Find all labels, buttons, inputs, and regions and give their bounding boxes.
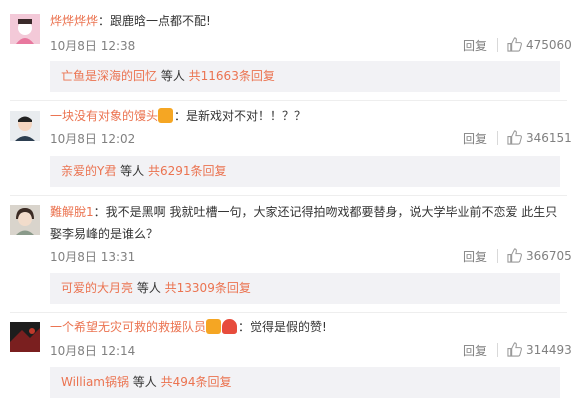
comment-username[interactable]: 一个希望无灾可救的救援队员 — [50, 320, 206, 334]
reply-user[interactable]: 可爱的大月亮 — [61, 281, 133, 295]
comment-text: ：觉得是假的赞! — [238, 320, 327, 334]
reply-button[interactable]: 回复 — [463, 248, 487, 265]
reply-count[interactable]: 共6291条回复 — [148, 164, 227, 178]
divider — [497, 343, 498, 357]
like-button[interactable]: 314493 — [507, 342, 572, 357]
reply-summary[interactable]: William锅锅 等人 共494条回复 — [50, 367, 560, 398]
divider — [497, 131, 498, 145]
comment-text: ：是新戏对不对！！？？ — [174, 109, 307, 123]
comment-text: ：跟鹿晗一点都不配! — [98, 14, 211, 28]
reply-mid: 等人 — [157, 69, 189, 83]
reply-user[interactable]: 亲爱的Y君 — [61, 164, 116, 178]
avatar[interactable] — [10, 322, 40, 352]
divider — [10, 312, 567, 313]
comment-time: 10月8日 12:02 — [50, 132, 136, 146]
like-button[interactable]: 475060 — [507, 37, 572, 52]
comment-body: 一个希望无灾可救的救援队员 ：觉得是假的赞! — [50, 317, 327, 337]
like-count: 314493 — [526, 343, 572, 357]
reply-summary[interactable]: 可爱的大月亮 等人 共13309条回复 — [50, 273, 560, 304]
thumbs-up-icon — [507, 130, 522, 145]
comment-username[interactable]: 一块没有对象的馒头 — [50, 109, 158, 123]
reply-summary[interactable]: 亲爱的Y君 等人 共6291条回复 — [50, 156, 560, 187]
like-button[interactable]: 346151 — [507, 130, 572, 145]
divider — [10, 195, 567, 196]
avatar[interactable] — [10, 205, 40, 235]
comment-time: 10月8日 12:14 — [50, 344, 136, 358]
comment-body: 一块没有对象的馒头 ：是新戏对不对！！？？ — [50, 106, 306, 126]
like-count: 475060 — [526, 38, 572, 52]
reply-mid: 等人 — [116, 164, 148, 178]
reply-count[interactable]: 共13309条回复 — [165, 281, 251, 295]
like-count: 366705 — [526, 249, 572, 263]
reply-user[interactable]: 亡鱼是深海的回忆 — [61, 69, 157, 83]
like-button[interactable]: 366705 — [507, 248, 572, 263]
medal-badge-icon — [222, 319, 238, 334]
reply-button[interactable]: 回复 — [463, 130, 487, 147]
vip-badge-icon — [158, 108, 174, 123]
divider — [10, 100, 567, 101]
comment-body: 難解脫1：我不是黑啊 我就吐槽一句，大家还记得拍吻戏都要替身，说大学毕业前不恋爱… — [50, 201, 560, 245]
thumbs-up-icon — [507, 37, 522, 52]
vip-badge-icon — [206, 319, 222, 334]
divider — [497, 38, 498, 52]
comment-username[interactable]: 難解脫1 — [50, 205, 94, 219]
reply-summary[interactable]: 亡鱼是深海的回忆 等人 共11663条回复 — [50, 61, 560, 92]
reply-mid: 等人 — [133, 281, 165, 295]
reply-user[interactable]: William锅锅 — [61, 375, 129, 389]
comment-username[interactable]: 烨烨烨烨 — [50, 14, 98, 28]
comment-text: ：我不是黑啊 我就吐槽一句，大家还记得拍吻戏都要替身，说大学毕业前不恋爱 此生只… — [50, 205, 558, 241]
reply-mid: 等人 — [128, 375, 161, 389]
divider — [497, 249, 498, 263]
comment-time: 10月8日 13:31 — [50, 250, 136, 264]
thumbs-up-icon — [507, 342, 522, 357]
like-count: 346151 — [526, 131, 572, 145]
reply-count[interactable]: 共494条回复 — [161, 375, 232, 389]
comment-time: 10月8日 12:38 — [50, 39, 136, 53]
thumbs-up-icon — [507, 248, 522, 263]
avatar[interactable] — [10, 14, 40, 44]
avatar[interactable] — [10, 111, 40, 141]
comment-body: 烨烨烨烨：跟鹿晗一点都不配! — [50, 11, 211, 31]
reply-count[interactable]: 共11663条回复 — [189, 69, 275, 83]
reply-button[interactable]: 回复 — [463, 37, 487, 54]
reply-button[interactable]: 回复 — [463, 342, 487, 359]
